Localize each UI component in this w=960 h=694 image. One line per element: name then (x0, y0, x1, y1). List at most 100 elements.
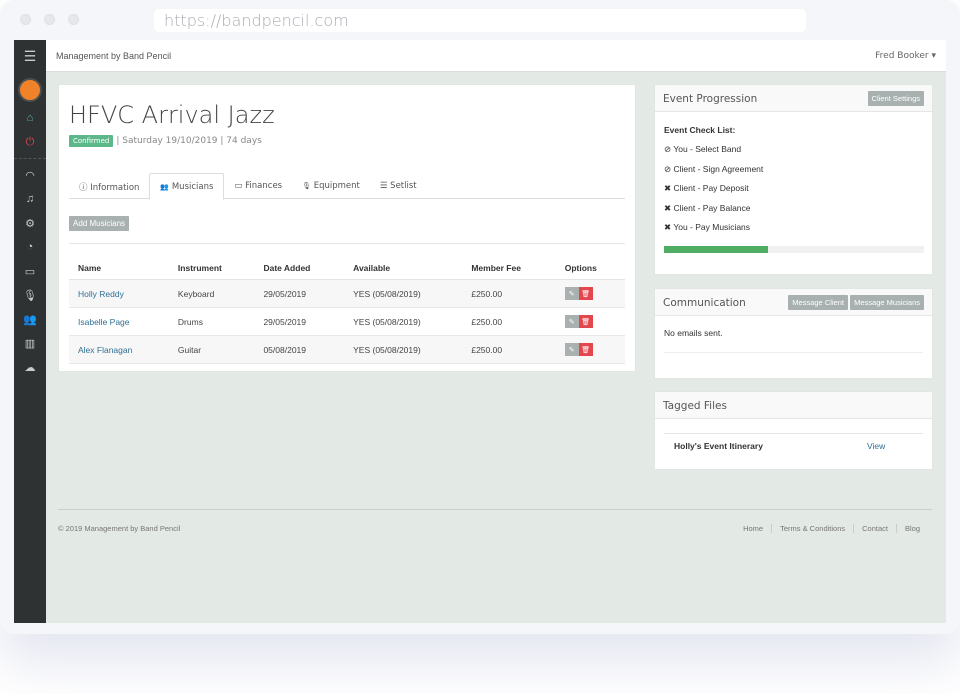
musician-link[interactable]: Isabelle Page (78, 317, 130, 327)
checklist-title: Event Check List: (664, 125, 736, 135)
app: ☰ ⌂ ⏻ ◠ ♫ ⚙ ◔ ▭ 🎙 👥 ▥ ☁ Management by Ba… (14, 40, 946, 623)
file-name: Holly's Event Itinerary (674, 441, 763, 451)
info-icon: ⓘ (79, 183, 88, 193)
divider (69, 243, 625, 244)
client-settings-button[interactable]: Client Settings (867, 91, 924, 106)
checklist-label: Client - Sign Agreement (673, 164, 764, 174)
progress-fill (664, 246, 768, 253)
instrument: Guitar (168, 335, 255, 364)
col-available[interactable]: Available (344, 260, 463, 280)
add-musicians-button[interactable]: Add Musicians (69, 216, 130, 231)
col-member-fee[interactable]: Member Fee (462, 260, 556, 280)
event-panel: HFVC Arrival Jazz Confirmed | Saturday 19… (58, 84, 636, 372)
trash-icon: 🗑 (581, 318, 591, 326)
tab-label: Setlist (390, 181, 417, 191)
delete-button[interactable]: 🗑 (578, 287, 593, 300)
instrument: Keyboard (168, 279, 255, 308)
address-bar[interactable]: https://bandpencil.com (154, 9, 806, 32)
message-client-button[interactable]: Message Client (788, 295, 848, 310)
communication-panel: Communication Message Client Message Mus… (654, 288, 933, 379)
brand-title[interactable]: Management by Band Pencil (56, 51, 171, 61)
checklist-item: ✖ You - Pay Musicians (664, 222, 750, 233)
close-dot[interactable] (20, 14, 31, 25)
maximize-dot[interactable] (68, 14, 79, 25)
empty-message: No emails sent. (664, 328, 723, 338)
power-icon[interactable]: ⏻ (14, 130, 46, 154)
tab-information[interactable]: ⓘ Information (69, 173, 149, 198)
footer-link-contact[interactable]: Contact (853, 524, 896, 533)
money-icon: ▭ (234, 181, 243, 191)
edit-icon: ✎ (568, 346, 575, 354)
minimize-dot[interactable] (44, 14, 55, 25)
edit-button[interactable]: ✎ (564, 343, 579, 356)
credit-card-icon[interactable]: ▭ (14, 259, 46, 283)
pie-chart-icon[interactable]: ◔ (14, 235, 46, 259)
gear-icon[interactable]: ⚙ (14, 211, 46, 235)
message-musicians-button[interactable]: Message Musicians (850, 295, 924, 310)
page-title: HFVC Arrival Jazz (69, 101, 275, 129)
cross-icon: ✖ (664, 203, 672, 213)
footer-links: Home Terms & Conditions Contact Blog (735, 524, 928, 533)
gauge-icon[interactable]: ◠ (14, 163, 46, 187)
cloud-icon[interactable]: ☁ (14, 355, 46, 379)
checklist-label: You - Select Band (673, 144, 742, 154)
tab-bar: ⓘ Information 👥 Musicians ▭ Finances 🎙 E… (69, 173, 625, 200)
event-meta: Confirmed | Saturday 19/10/2019 | 74 days (69, 135, 262, 147)
trash-icon: 🗑 (581, 346, 591, 354)
tab-finances[interactable]: ▭ Finances (224, 173, 292, 198)
cross-icon: ✖ (664, 183, 672, 193)
divider (664, 352, 923, 353)
list-icon: ☰ (379, 181, 388, 191)
status-badge: Confirmed (69, 135, 114, 147)
trash-icon: 🗑 (581, 290, 591, 298)
tab-setlist[interactable]: ☰ Setlist (370, 173, 427, 198)
available: YES (05/08/2019) (344, 335, 463, 364)
panel-header: Tagged Files (655, 392, 932, 419)
tagged-files-panel: Tagged Files Holly's Event Itinerary Vie… (654, 391, 933, 470)
member-fee: £250.00 (462, 279, 556, 308)
event-progression-panel: Event Progression Client Settings Event … (654, 84, 933, 275)
tab-label: Musicians (171, 182, 214, 192)
edit-icon: ✎ (568, 290, 575, 298)
delete-button[interactable]: 🗑 (578, 343, 593, 356)
view-file-link[interactable]: View (867, 441, 885, 451)
tab-musicians[interactable]: 👥 Musicians (149, 173, 225, 200)
col-name[interactable]: Name (69, 260, 169, 280)
checklist-item: ✖ Client - Pay Balance (664, 203, 751, 214)
music-icon[interactable]: ♫ (14, 187, 46, 211)
available: YES (05/08/2019) (344, 307, 463, 336)
progress-bar (664, 246, 924, 253)
users-icon[interactable]: 👥 (14, 307, 46, 331)
checklist-item: ⊘ Client - Sign Agreement (664, 164, 763, 175)
footer-link-blog[interactable]: Blog (895, 524, 928, 533)
checklist-item: ✖ Client - Pay Deposit (664, 183, 749, 194)
menu-icon[interactable]: ☰ (14, 40, 46, 72)
col-instrument[interactable]: Instrument (168, 260, 255, 280)
instrument: Drums (168, 307, 255, 336)
table-row: Holly Reddy Keyboard 29/05/2019 YES (05/… (69, 279, 625, 308)
checklist-item: ⊘ You - Select Band (664, 144, 741, 155)
dashboard-icon[interactable]: ⌂ (14, 106, 46, 130)
sidebar-divider (14, 158, 46, 159)
microphone-icon[interactable]: 🎙 (14, 283, 46, 307)
panel-title: Communication (663, 297, 746, 309)
date-added: 29/05/2019 (254, 279, 345, 308)
user-menu[interactable]: Fred Booker ▾ (875, 51, 936, 61)
footer-link-terms[interactable]: Terms & Conditions (771, 524, 853, 533)
edit-button[interactable]: ✎ (564, 287, 579, 300)
footer-link-home[interactable]: Home (735, 524, 771, 533)
panel-title: Event Progression (663, 93, 758, 105)
tab-label: Finances (245, 181, 283, 191)
browser-window: https://bandpencil.com ☰ ⌂ ⏻ ◠ ♫ ⚙ ◔ ▭ 🎙… (0, 0, 960, 634)
logo[interactable] (18, 78, 42, 102)
tab-equipment[interactable]: 🎙 Equipment (292, 173, 370, 198)
delete-button[interactable]: 🗑 (578, 315, 593, 328)
barcode-icon[interactable]: ▥ (14, 331, 46, 355)
divider (664, 433, 923, 434)
musician-link[interactable]: Holly Reddy (78, 289, 124, 299)
musician-link[interactable]: Alex Flanagan (78, 345, 132, 355)
tab-label: Information (90, 183, 140, 193)
member-fee: £250.00 (462, 335, 556, 364)
edit-button[interactable]: ✎ (564, 315, 579, 328)
col-date-added[interactable]: Date Added (254, 260, 345, 280)
